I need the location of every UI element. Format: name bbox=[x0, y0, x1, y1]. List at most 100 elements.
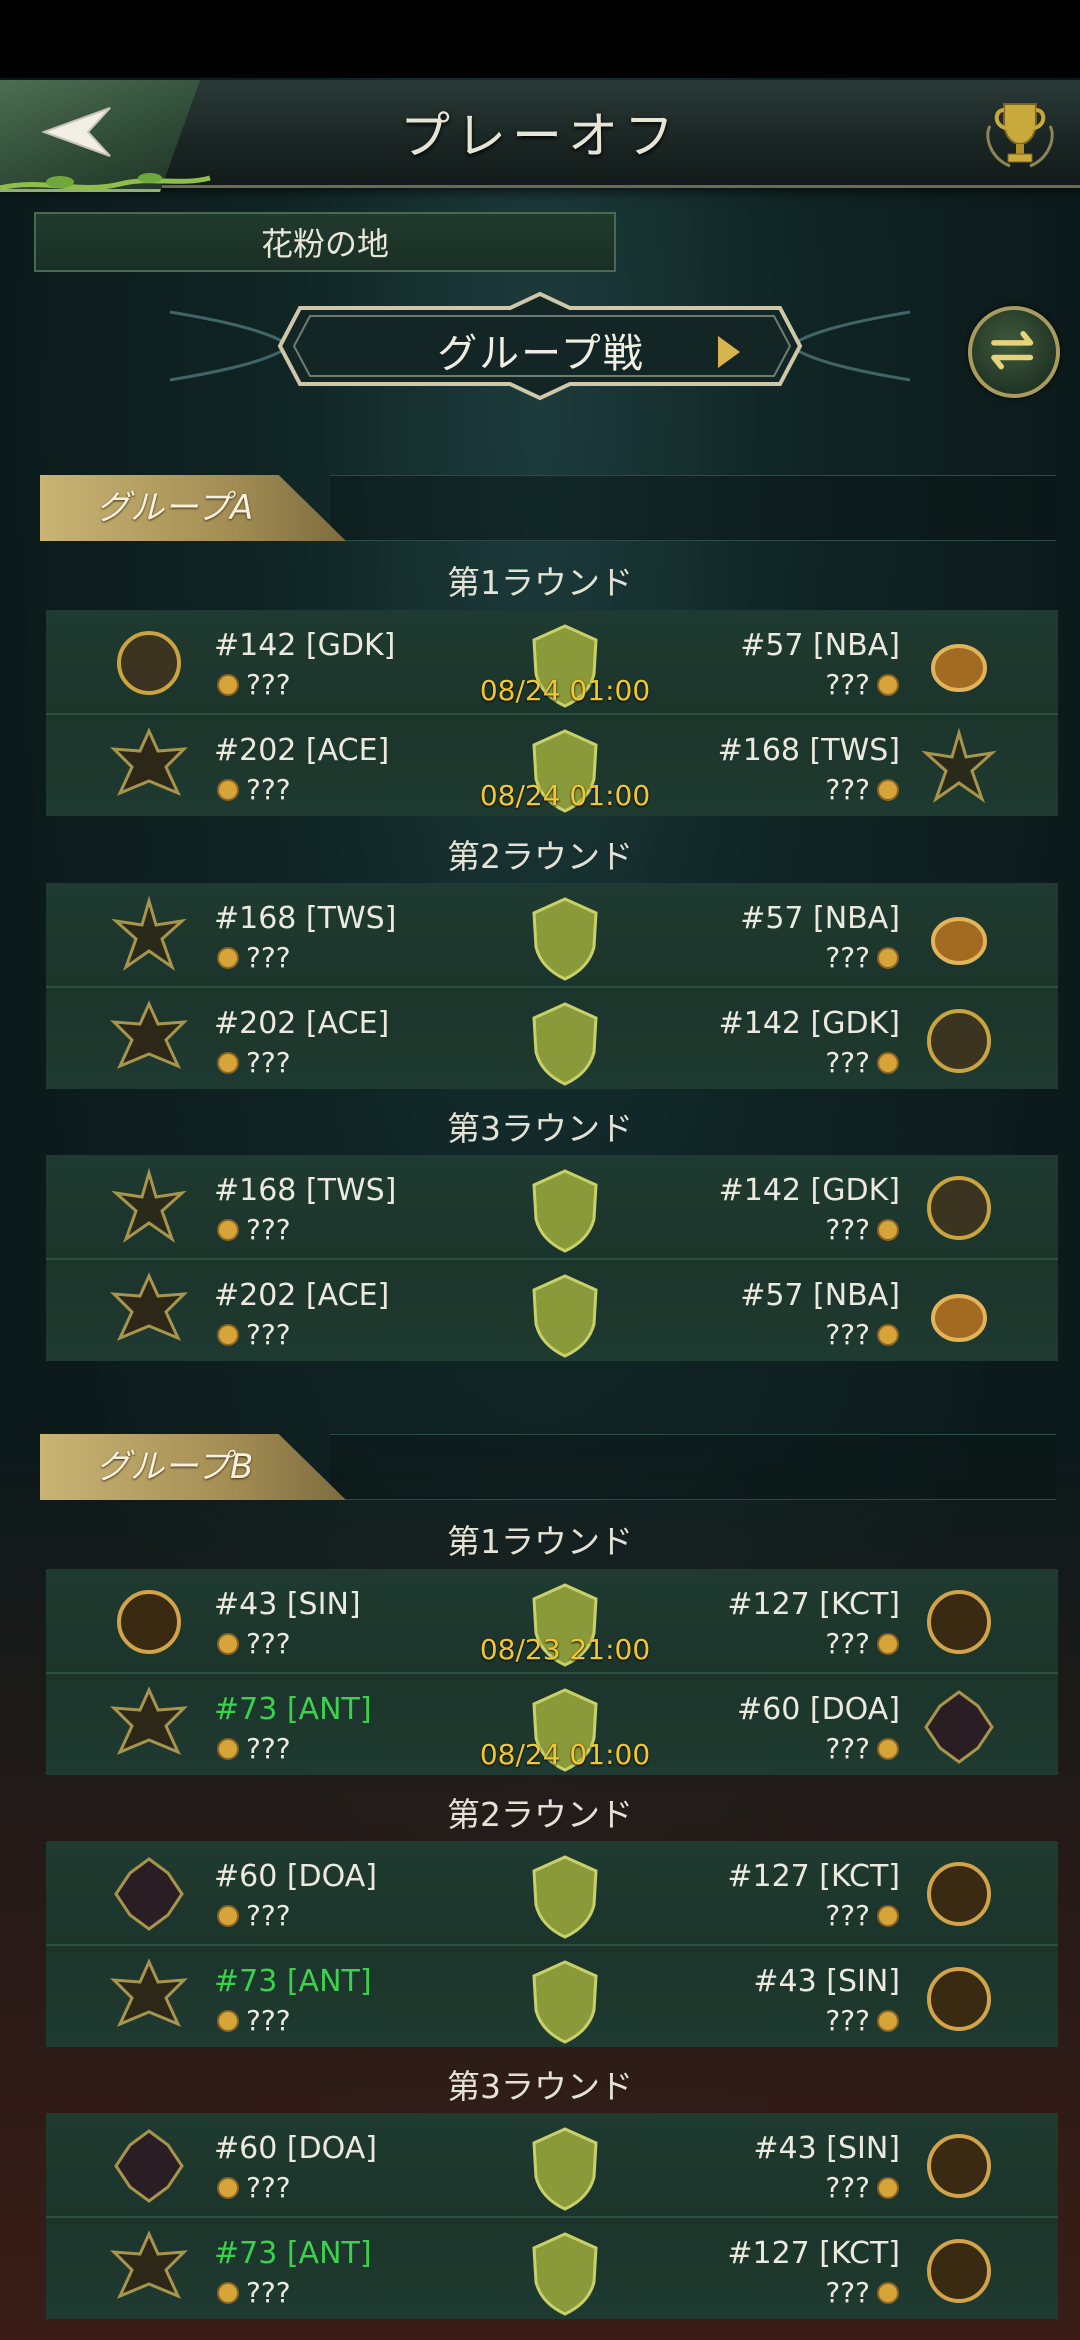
team-name-left: #60 [DOA] bbox=[214, 1859, 377, 1894]
match-row[interactable]: #43 [SIN]????08/23 21:00#127 [KCT]??? bbox=[46, 1569, 1058, 1672]
region-label: 花粉の地 bbox=[34, 212, 616, 272]
score-value: ??? bbox=[825, 2276, 870, 2309]
match-row[interactable]: #168 [TWS]???? #142 [GDK]??? bbox=[46, 1155, 1058, 1258]
match-row[interactable]: #168 [TWS]???? #57 [NBA]??? bbox=[46, 883, 1058, 986]
match-time: 08/24 01:00 bbox=[479, 779, 651, 812]
team-name-left: #60 [DOA] bbox=[214, 2131, 377, 2166]
question-shield-icon[interactable]: ? bbox=[524, 895, 606, 981]
coin-icon bbox=[877, 673, 899, 696]
alliance-emblem-icon bbox=[927, 1009, 991, 1073]
alliance-emblem-icon bbox=[931, 1294, 987, 1342]
coin-icon bbox=[877, 2176, 899, 2199]
round-label: 第2ラウンド bbox=[447, 837, 633, 876]
question-shield-icon[interactable]: ? bbox=[524, 1958, 606, 2044]
alliance-emblem-icon bbox=[117, 631, 181, 695]
match-row[interactable]: #202 [ACE]????08/24 01:00#168 [TWS]??? bbox=[46, 713, 1058, 816]
score-value: ??? bbox=[246, 668, 291, 701]
team-name-right: #43 [SIN] bbox=[753, 1964, 900, 1999]
alliance-emblem-icon bbox=[110, 1000, 188, 1069]
team-name-left: #168 [TWS] bbox=[214, 1173, 397, 1208]
match-row[interactable]: #60 [DOA]???? #43 [SIN]??? bbox=[46, 2113, 1058, 2216]
score-right: ??? bbox=[825, 1732, 900, 1765]
score-right: ??? bbox=[825, 668, 900, 701]
question-shield-icon[interactable]: ? bbox=[524, 2230, 606, 2316]
match-row[interactable]: #73 [ANT]????08/24 01:00#60 [DOA]??? bbox=[46, 1672, 1058, 1775]
round-panel: #60 [DOA]???? #43 [SIN]??? #73 [ANT]???? #1… bbox=[46, 2113, 1058, 2319]
team-name-left: #73 [ANT] bbox=[214, 2236, 372, 2271]
alliance-emblem-icon bbox=[110, 1686, 188, 1755]
team-name-right: #168 [TWS] bbox=[717, 733, 900, 768]
score-value: ??? bbox=[825, 941, 870, 974]
coin-icon bbox=[877, 1737, 899, 1760]
alliance-emblem-icon bbox=[117, 1590, 181, 1654]
coin-icon bbox=[877, 2281, 899, 2304]
trophy-icon[interactable] bbox=[980, 96, 1060, 176]
alliance-emblem-icon bbox=[931, 917, 987, 965]
round-panel: #60 [DOA]????#127 [KCT]???#73 [ANT]????#… bbox=[46, 1841, 1058, 2047]
score-value: ??? bbox=[246, 773, 291, 806]
coin-icon bbox=[217, 1323, 239, 1346]
score-right: ??? bbox=[825, 1627, 900, 1660]
status-bar bbox=[0, 0, 1080, 78]
coin-icon bbox=[877, 1051, 899, 1074]
question-shield-icon[interactable]: ? bbox=[524, 1000, 606, 1086]
match-row[interactable]: #60 [DOA]???? #127 [KCT]??? bbox=[46, 1841, 1058, 1944]
score-value: ??? bbox=[246, 2004, 291, 2037]
stage-selector-button[interactable]: グループ戦 bbox=[288, 306, 794, 394]
coin-icon bbox=[217, 1737, 239, 1760]
team-name-left: #142 [GDK] bbox=[214, 628, 396, 663]
score-right: ??? bbox=[825, 1318, 900, 1351]
score-value: ??? bbox=[825, 2004, 870, 2037]
score-right: ??? bbox=[825, 1213, 900, 1246]
coin-icon bbox=[217, 1218, 239, 1241]
score-value: ??? bbox=[825, 668, 870, 701]
score-value: ??? bbox=[246, 1732, 291, 1765]
score-left: ??? bbox=[216, 1318, 291, 1351]
score-value: ??? bbox=[825, 2171, 870, 2204]
alliance-emblem-icon bbox=[927, 2239, 991, 2303]
score-left: ??? bbox=[216, 1732, 291, 1765]
round-label: 第2ラウンド bbox=[447, 1795, 633, 1834]
team-name-left: #73 [ANT] bbox=[214, 1692, 372, 1727]
alliance-emblem-icon bbox=[927, 1967, 991, 2031]
alliance-emblem-icon bbox=[114, 2129, 184, 2203]
match-row[interactable]: #73 [ANT]???? #43 [SIN]??? bbox=[46, 1944, 1058, 2047]
score-right: ??? bbox=[825, 1899, 900, 1932]
coin-icon bbox=[217, 2176, 239, 2199]
alliance-emblem-icon bbox=[921, 727, 997, 803]
coin-icon bbox=[217, 1051, 239, 1074]
round-panel: #168 [TWS]????#57 [NBA]???#202 [ACE]????… bbox=[46, 883, 1058, 1089]
alliance-emblem-icon bbox=[931, 644, 987, 692]
match-row[interactable]: #142 [GDK]????08/24 01:00#57 [NBA]??? bbox=[46, 610, 1058, 713]
score-value: ??? bbox=[246, 1899, 291, 1932]
question-shield-icon[interactable]: ? bbox=[524, 1272, 606, 1358]
round-label: 第1ラウンド bbox=[447, 563, 633, 602]
vine-decoration bbox=[0, 173, 211, 191]
round-panel: #168 [TWS]????#142 [GDK]???#202 [ACE]???… bbox=[46, 1155, 1058, 1361]
score-value: ??? bbox=[246, 2276, 291, 2309]
alliance-emblem-icon bbox=[110, 2230, 188, 2299]
round-label: 第3ラウンド bbox=[447, 2067, 633, 2106]
question-shield-icon[interactable]: ? bbox=[524, 1167, 606, 1253]
team-name-left: #43 [SIN] bbox=[214, 1587, 361, 1622]
match-row[interactable]: #202 [ACE]???? #142 [GDK]??? bbox=[46, 986, 1058, 1089]
alliance-emblem-icon bbox=[110, 727, 188, 796]
swap-button[interactable] bbox=[968, 306, 1060, 398]
alliance-emblem-icon bbox=[110, 1272, 188, 1341]
alliance-emblem-icon bbox=[111, 1167, 187, 1243]
play-arrow-icon bbox=[718, 336, 740, 368]
question-shield-icon[interactable]: ? bbox=[524, 2125, 606, 2211]
score-right: ??? bbox=[825, 2171, 900, 2204]
score-right: ??? bbox=[825, 1046, 900, 1079]
coin-icon bbox=[217, 673, 239, 696]
match-row[interactable]: #73 [ANT]???? #127 [KCT]??? bbox=[46, 2216, 1058, 2319]
team-name-left: #202 [ACE] bbox=[214, 733, 390, 768]
question-shield-icon[interactable]: ? bbox=[524, 1853, 606, 1939]
coin-icon bbox=[877, 1904, 899, 1927]
alliance-emblem-icon bbox=[924, 1690, 994, 1764]
coin-icon bbox=[217, 2281, 239, 2304]
match-row[interactable]: #202 [ACE]???? #57 [NBA]??? bbox=[46, 1258, 1058, 1361]
score-left: ??? bbox=[216, 1213, 291, 1246]
coin-icon bbox=[877, 1218, 899, 1241]
match-time: 08/23 21:00 bbox=[479, 1633, 651, 1666]
